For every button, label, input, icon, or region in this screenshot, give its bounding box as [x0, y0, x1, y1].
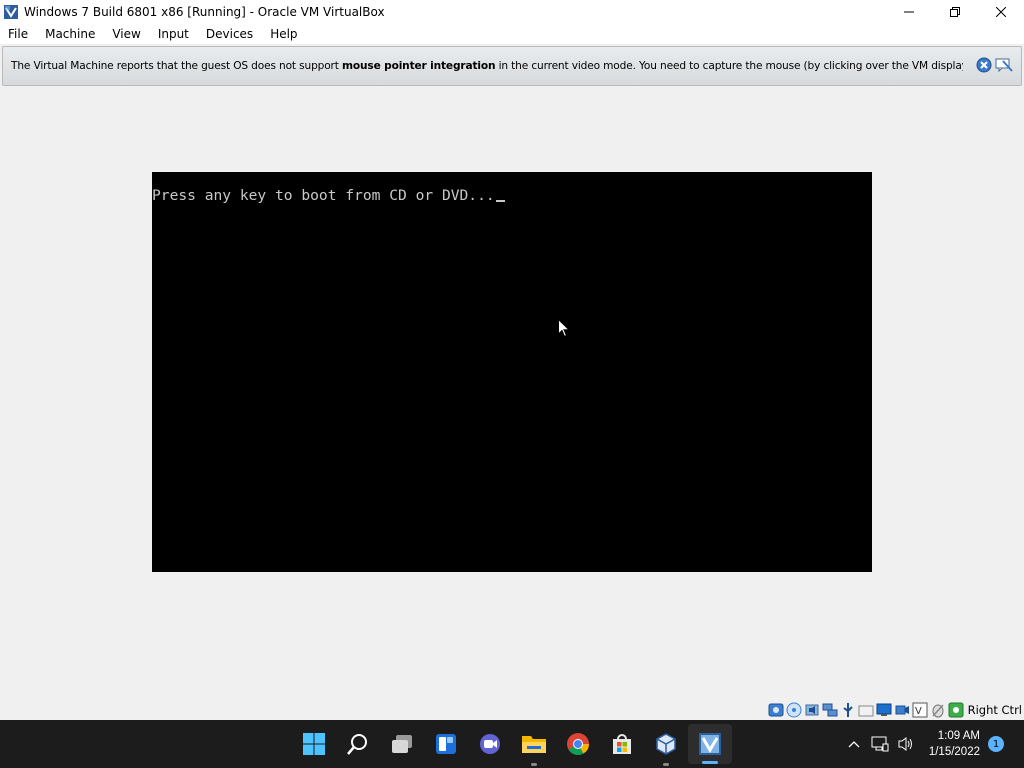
store-button[interactable]	[600, 720, 644, 768]
shared-folders-icon[interactable]	[858, 702, 874, 718]
virtualbox-vm-icon	[699, 733, 721, 755]
mouse-integration-icon[interactable]	[930, 702, 946, 718]
text-cursor	[495, 200, 505, 202]
notification-banner: The Virtual Machine reports that the gue…	[2, 46, 1022, 86]
host-key-label: Right Ctrl	[967, 703, 1022, 717]
task-view-button[interactable]	[380, 720, 424, 768]
chrome-icon	[567, 733, 589, 755]
menu-input[interactable]: Input	[150, 24, 198, 44]
virtualbox-vm-button[interactable]	[688, 724, 732, 764]
close-icon	[996, 7, 1006, 17]
taskbar: 1:09 AM 1/15/2022 1	[0, 720, 1024, 768]
clock-date: 1/15/2022	[928, 746, 980, 758]
search-icon	[347, 734, 367, 755]
ethernet-icon	[871, 736, 889, 752]
clock-time: 1:09 AM	[937, 730, 980, 742]
chat-button[interactable]	[468, 720, 512, 768]
optical-drive-icon[interactable]	[786, 702, 802, 718]
start-button[interactable]	[292, 720, 336, 768]
running-indicator	[663, 763, 669, 766]
menu-bar: File Machine View Input Devices Help	[0, 24, 1024, 44]
speaker-icon	[898, 737, 912, 751]
usb-icon[interactable]	[840, 702, 856, 718]
windows-logo-icon	[303, 733, 325, 755]
show-hidden-icons-button[interactable]	[841, 720, 867, 768]
vm-display[interactable]: Press any key to boot from CD or DVD...	[152, 172, 872, 572]
recording-icon[interactable]	[894, 702, 910, 718]
display-icon[interactable]	[876, 702, 892, 718]
window-title: Windows 7 Build 6801 x86 [Running] - Ora…	[24, 5, 385, 19]
folder-icon	[522, 736, 546, 753]
notification-badge[interactable]: 1	[988, 736, 1004, 752]
minimize-icon	[904, 11, 914, 13]
widgets-icon	[436, 734, 456, 754]
active-indicator	[702, 761, 718, 764]
mouse-pointer-icon	[558, 319, 570, 338]
menu-devices[interactable]: Devices	[198, 24, 262, 44]
chrome-button[interactable]	[556, 720, 600, 768]
store-icon	[613, 734, 631, 754]
hard-disk-icon[interactable]	[768, 702, 784, 718]
chat-icon	[480, 734, 500, 754]
maximize-button[interactable]	[932, 0, 978, 24]
virtualbox-icon	[4, 5, 18, 19]
virtualization-icon[interactable]: V	[912, 702, 928, 718]
network-icon[interactable]	[822, 702, 838, 718]
dismiss-banner-icon[interactable]	[976, 57, 992, 73]
clock[interactable]: 1:09 AM 1/15/2022	[929, 728, 980, 760]
running-indicator	[531, 763, 537, 766]
search-button[interactable]	[336, 720, 380, 768]
audio-icon[interactable]	[804, 702, 820, 718]
svg-text:V: V	[915, 706, 922, 717]
task-view-icon	[392, 735, 412, 753]
host-key-icon[interactable]	[948, 702, 964, 718]
menu-view[interactable]: View	[104, 24, 149, 44]
menu-file[interactable]: File	[0, 24, 37, 44]
banner-message: The Virtual Machine reports that the gue…	[11, 60, 963, 72]
menu-help[interactable]: Help	[262, 24, 306, 44]
close-button[interactable]	[978, 0, 1024, 24]
title-bar[interactable]: Windows 7 Build 6801 x86 [Running] - Ora…	[0, 0, 1024, 24]
vm-status-bar: V Right Ctrl	[768, 700, 1024, 720]
network-status-button[interactable]	[867, 720, 893, 768]
restore-icon	[950, 7, 960, 17]
system-tray: 1:09 AM 1/15/2022 1	[841, 720, 1024, 768]
minimize-button[interactable]	[886, 0, 932, 24]
menu-machine[interactable]: Machine	[37, 24, 104, 44]
file-explorer-button[interactable]	[512, 720, 556, 768]
virtualbox-manager-button[interactable]	[644, 720, 688, 768]
widgets-button[interactable]	[424, 720, 468, 768]
volume-button[interactable]	[893, 720, 919, 768]
do-not-show-again-icon[interactable]	[995, 57, 1013, 73]
chevron-up-icon	[848, 741, 860, 748]
boot-prompt-text: Press any key to boot from CD or DVD...	[152, 187, 505, 204]
virtualbox-cube-icon	[656, 733, 676, 755]
